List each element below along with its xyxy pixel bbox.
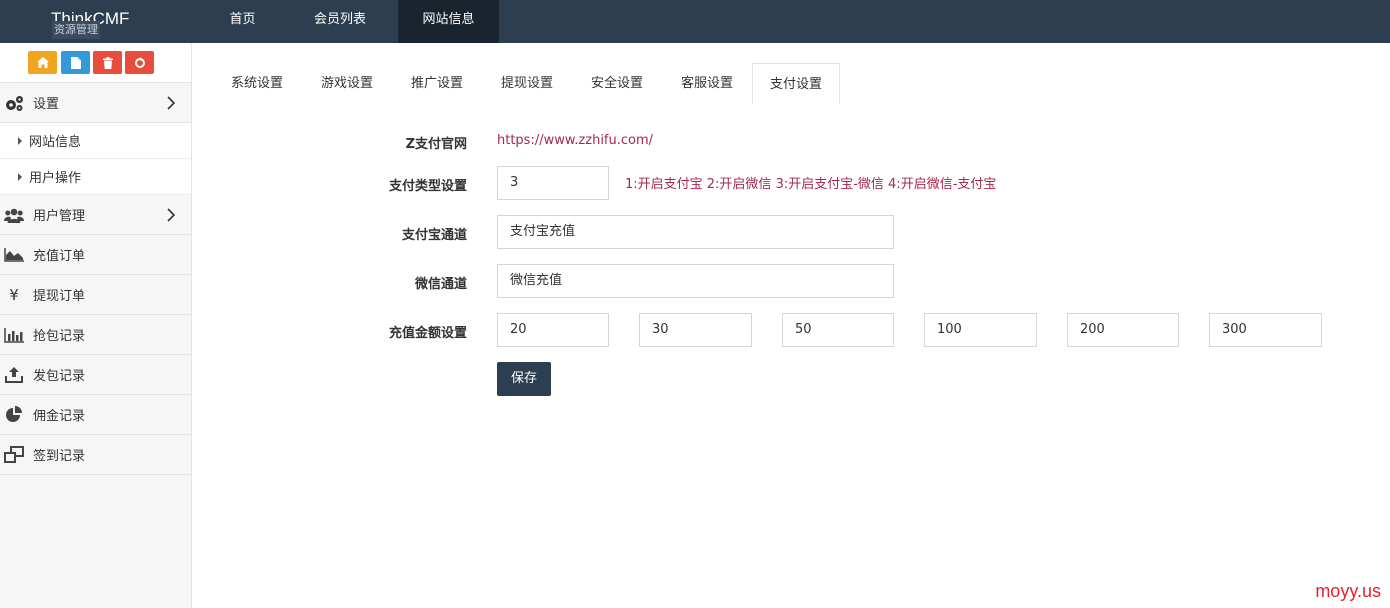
sidebar-item-label: 佣金记录 bbox=[33, 409, 86, 424]
tab-promotion-settings[interactable]: 推广设置 bbox=[392, 63, 482, 104]
recycle-icon bbox=[134, 56, 145, 68]
tab-system-settings[interactable]: 系统设置 bbox=[212, 63, 302, 104]
chevron-right-icon bbox=[167, 208, 175, 222]
shortcut-tooltip: 资源管理 bbox=[52, 21, 100, 39]
recharge-amount-input-4[interactable]: 100 bbox=[924, 313, 1037, 347]
upload-icon bbox=[4, 365, 24, 385]
alipay-channel-input[interactable]: 支付宝充值 bbox=[497, 215, 894, 249]
trash-icon bbox=[102, 56, 113, 69]
file-shortcut-button[interactable] bbox=[61, 51, 90, 74]
users-icon bbox=[4, 205, 24, 225]
sidebar-item-label: 发包记录 bbox=[33, 369, 86, 384]
recharge-amounts-label: 充值金额设置 bbox=[388, 326, 467, 341]
recharge-amount-input-2[interactable]: 30 bbox=[639, 313, 752, 347]
pay-type-hint: 1:开启支付宝 2:开启微信 3:开启支付宝-微信 4:开启微信-支付宝 bbox=[625, 177, 997, 192]
file-icon bbox=[70, 56, 81, 69]
watermark: moyy.us bbox=[1315, 581, 1381, 601]
tab-game-settings[interactable]: 游戏设置 bbox=[302, 63, 392, 104]
tab-payment-settings[interactable]: 支付设置 bbox=[752, 63, 840, 104]
save-button[interactable]: 保存 bbox=[497, 362, 551, 396]
sidebar-item-checkin-records[interactable]: 签到记录 bbox=[0, 435, 191, 475]
top-navbar: ThinkCMF 首页 会员列表 网站信息 bbox=[0, 0, 1390, 43]
area-chart-icon bbox=[4, 245, 24, 265]
trash-shortcut-button[interactable] bbox=[93, 51, 122, 74]
wechat-channel-label: 微信通道 bbox=[414, 277, 467, 292]
wechat-channel-input[interactable]: 微信充值 bbox=[497, 264, 894, 298]
sidebar-item-label: 充值订单 bbox=[33, 249, 86, 264]
tab-withdraw-settings[interactable]: 提现设置 bbox=[482, 63, 572, 104]
official-site-link[interactable]: https://www.zzhifu.com/ bbox=[497, 133, 653, 148]
chevron-right-icon bbox=[167, 96, 175, 110]
pay-type-input[interactable]: 3 bbox=[497, 166, 609, 200]
home-icon bbox=[36, 57, 49, 68]
recharge-amount-input-1[interactable]: 20 bbox=[497, 313, 609, 347]
pie-chart-icon bbox=[4, 405, 24, 425]
recycle-shortcut-button[interactable] bbox=[125, 51, 154, 74]
nav-site-info[interactable]: 网站信息 bbox=[398, 0, 499, 43]
official-site-label: Z支付官网 bbox=[405, 137, 467, 152]
sidebar-item-label: 用户管理 bbox=[33, 209, 86, 224]
sidebar-item-send-records[interactable]: 发包记录 bbox=[0, 355, 191, 395]
tab-service-settings[interactable]: 客服设置 bbox=[662, 63, 752, 104]
alipay-channel-label: 支付宝通道 bbox=[401, 228, 467, 243]
sidebar-item-label: 设置 bbox=[33, 97, 60, 112]
nav-home[interactable]: 首页 bbox=[203, 0, 282, 43]
recharge-amount-input-5[interactable]: 200 bbox=[1067, 313, 1179, 347]
nav-member-list[interactable]: 会员列表 bbox=[282, 0, 398, 43]
recharge-amount-input-3[interactable]: 50 bbox=[782, 313, 894, 347]
home-shortcut-button[interactable] bbox=[28, 51, 57, 74]
sidebar-item-commission-records[interactable]: 佣金记录 bbox=[0, 395, 191, 435]
top-nav: 首页 会员列表 网站信息 bbox=[203, 0, 499, 43]
settings-tabs: 系统设置 游戏设置 推广设置 提现设置 安全设置 客服设置 支付设置 bbox=[212, 63, 840, 104]
windows-icon bbox=[4, 445, 24, 465]
sidebar-item-label: 签到记录 bbox=[33, 449, 86, 464]
sidebar-item-settings[interactable]: 设置 bbox=[0, 83, 191, 123]
recharge-amount-input-6[interactable]: 300 bbox=[1209, 313, 1322, 347]
pay-type-label: 支付类型设置 bbox=[388, 179, 467, 194]
gears-icon bbox=[4, 93, 24, 113]
shortcut-bar: 资源管理 bbox=[0, 21, 191, 83]
tab-security-settings[interactable]: 安全设置 bbox=[572, 63, 662, 104]
